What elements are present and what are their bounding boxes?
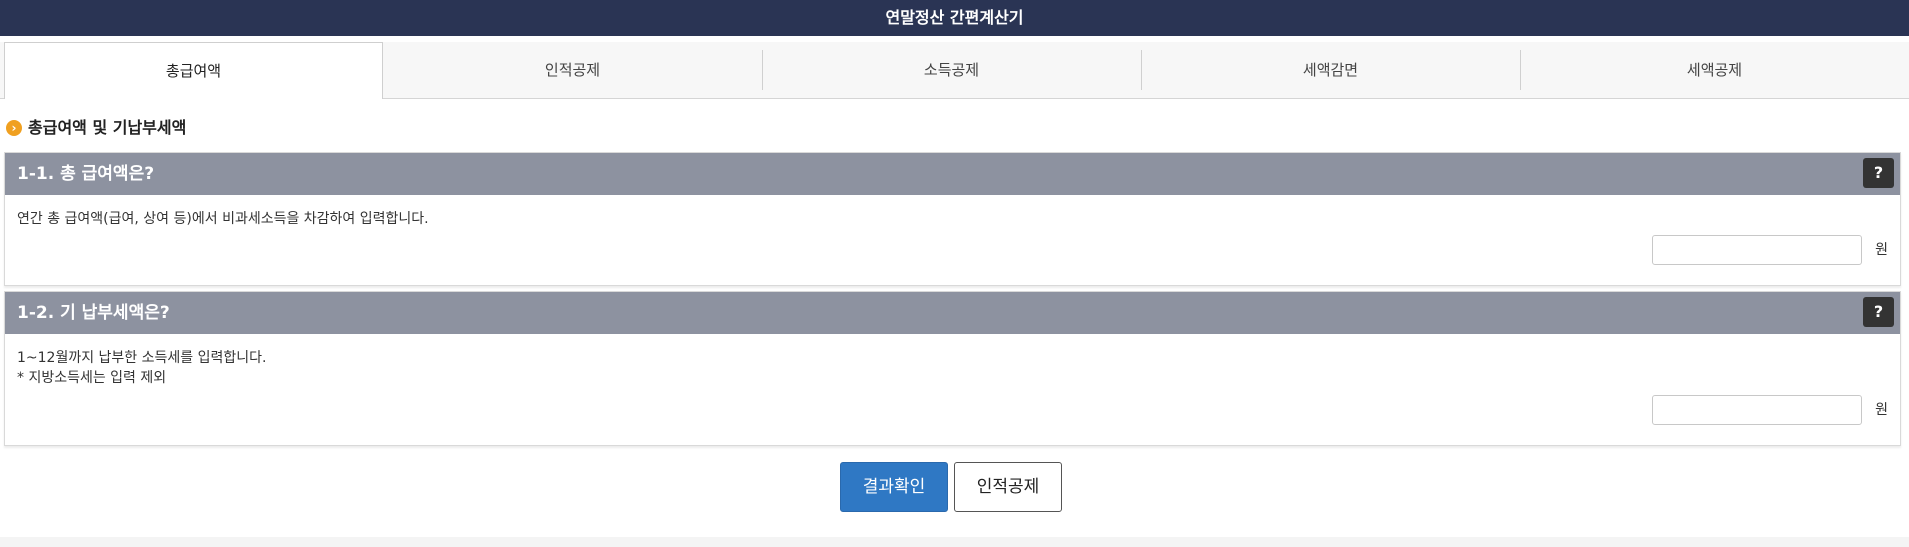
question-body: 연간 총 급여액(급여, 상여 등)에서 비과세소득을 차감하여 입력합니다. … [5, 195, 1900, 285]
tab-bar: 총급여액 인적공제 소득공제 세액감면 세액공제 [0, 42, 1909, 99]
question-title: 1-2. 기 납부세액은? [17, 303, 170, 323]
app-title: 연말정산 간편계산기 [885, 8, 1024, 27]
check-result-button[interactable]: 결과확인 [840, 462, 948, 512]
section-title-text: 총급여액 및 기납부세액 [28, 118, 187, 137]
question-description: 연간 총 급여액(급여, 상여 등)에서 비과세소득을 차감하여 입력합니다. [17, 211, 429, 227]
question-title: 1-1. 총 급여액은? [17, 164, 155, 184]
tab-income-deduction[interactable]: 소득공제 [762, 42, 1141, 98]
help-button[interactable]: ? [1863, 297, 1894, 327]
help-button[interactable]: ? [1863, 158, 1894, 188]
section-title: › 총급여액 및 기납부세액 [6, 116, 186, 140]
footer-band [0, 537, 1909, 547]
question-header: 1-2. 기 납부세액은? ? [5, 292, 1900, 334]
tab-total-salary[interactable]: 총급여액 [4, 42, 383, 99]
chevron-right-icon: › [6, 120, 22, 136]
tab-tax-reduction[interactable]: 세액감면 [1141, 42, 1520, 98]
question-total-salary: 1-1. 총 급여액은? ? 연간 총 급여액(급여, 상여 등)에서 비과세소… [4, 152, 1901, 286]
total-salary-input[interactable] [1652, 235, 1862, 265]
next-personal-deduction-button[interactable]: 인적공제 [954, 462, 1062, 512]
app-title-bar: 연말정산 간편계산기 [0, 0, 1909, 36]
question-description: 1~12월까지 납부한 소득세를 입력합니다. [17, 350, 267, 366]
tab-personal-deduction[interactable]: 인적공제 [383, 42, 762, 98]
tab-tax-credit[interactable]: 세액공제 [1520, 42, 1909, 98]
question-header: 1-1. 총 급여액은? ? [5, 153, 1900, 195]
question-note: * 지방소득세는 입력 제외 [17, 370, 167, 386]
question-body: 1~12월까지 납부한 소득세를 입력합니다. * 지방소득세는 입력 제외 원 [5, 334, 1900, 445]
prepaid-tax-input[interactable] [1652, 395, 1862, 425]
question-prepaid-tax: 1-2. 기 납부세액은? ? 1~12월까지 납부한 소득세를 입력합니다. … [4, 291, 1901, 446]
unit-label: 원 [1875, 402, 1888, 418]
unit-label: 원 [1875, 242, 1888, 258]
